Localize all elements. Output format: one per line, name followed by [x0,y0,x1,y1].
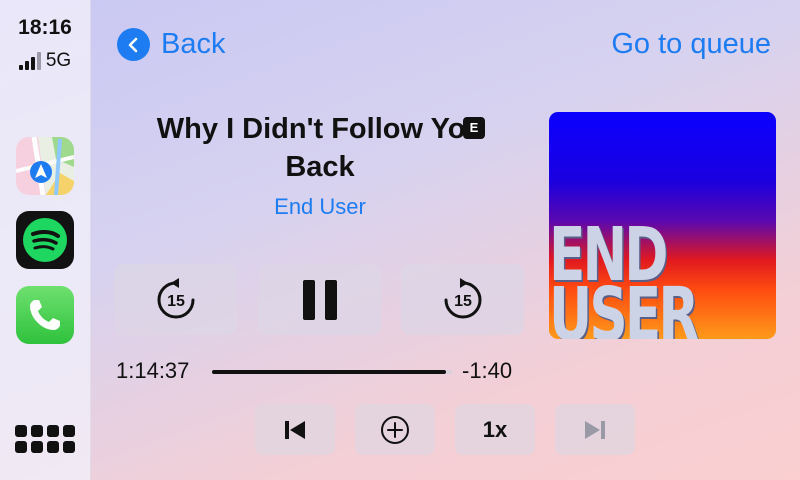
app-grid-icon[interactable] [15,425,77,457]
back-button[interactable]: Back [117,28,225,61]
plus-circle-icon [381,415,409,444]
pause-icon [302,279,337,320]
maps-app-icon[interactable] [16,137,74,195]
skip-next-icon [585,420,605,439]
remaining-time: -1:40 [462,358,513,383]
progress-fill [212,370,446,374]
playback-speed-button[interactable]: 1x [455,404,535,455]
signal-bars-icon [18,52,41,70]
status-signal: 5G [0,50,90,71]
status-time: 18:16 [18,16,72,39]
track-artist[interactable]: End User [130,194,510,220]
track-title: Why I Didn't Follow You Back [156,113,484,183]
network-type: 5G [45,50,72,71]
add-to-library-button[interactable] [355,404,435,455]
next-track-button[interactable] [555,404,635,455]
carplay-screen: 18:16 5G Back Go to queue Why I Didn't F… [0,0,800,480]
skip-forward-15-button[interactable]: 15 [401,264,524,335]
sidebar: 18:16 5G [0,0,91,480]
spotify-app-icon[interactable] [16,211,74,269]
progress-bar[interactable] [212,370,452,374]
artwork-text: END USER [549,212,699,339]
album-artwork: END USER [549,112,776,339]
explicit-badge: E [463,117,485,139]
svg-text:15: 15 [454,293,472,310]
back-label: Back [161,28,226,60]
previous-track-button[interactable] [255,404,335,455]
go-to-queue-button[interactable]: Go to queue [611,28,771,61]
pause-button[interactable] [258,264,381,335]
elapsed-time: 1:14:37 [116,358,190,383]
phone-app-icon[interactable] [16,286,74,344]
svg-text:15: 15 [167,293,185,310]
chevron-left-icon [117,28,150,61]
forward-15-icon: 15 [444,277,481,318]
rewind-15-icon: 15 [157,277,194,318]
skip-back-15-button[interactable]: 15 [114,264,237,335]
skip-previous-icon [285,420,305,439]
track-info: Why I Didn't Follow You Back End User [130,110,510,220]
